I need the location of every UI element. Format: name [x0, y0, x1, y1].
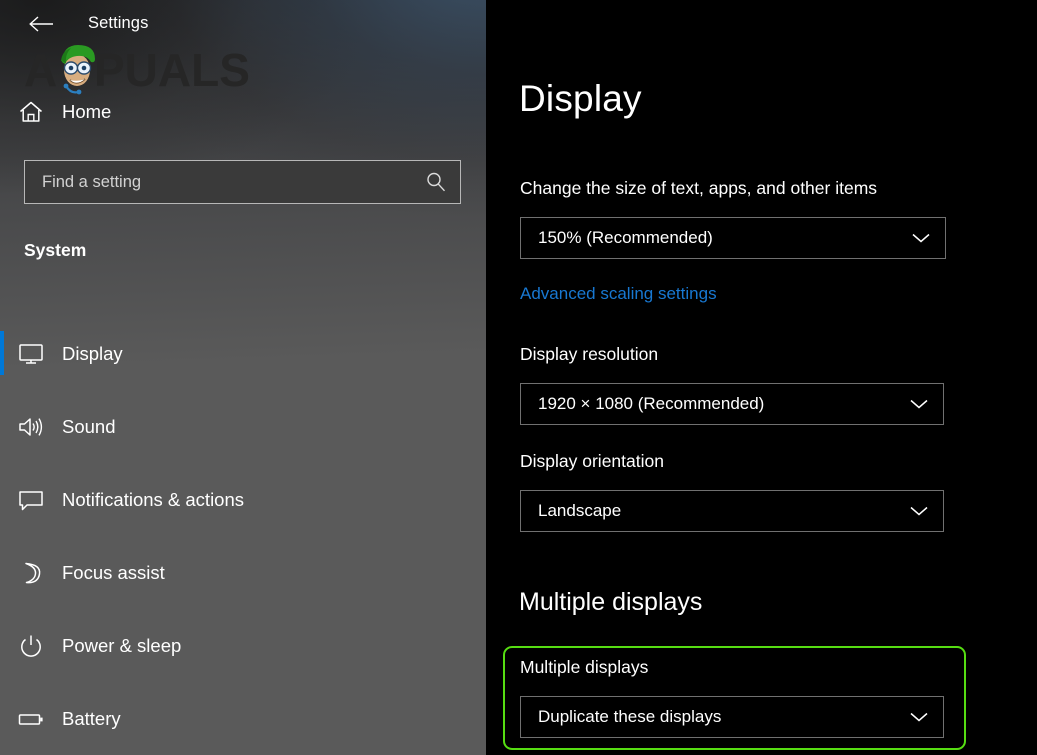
speaker-icon — [0, 415, 62, 439]
power-icon — [0, 634, 62, 658]
sidebar-item-label: Battery — [62, 707, 121, 729]
multiple-displays-label: Multiple displays — [520, 657, 649, 677]
advanced-scaling-settings-link[interactable]: Advanced scaling settings — [520, 284, 717, 304]
battery-icon — [0, 707, 62, 731]
resolution-label: Display resolution — [520, 344, 659, 364]
back-arrow-icon — [28, 15, 54, 33]
moon-icon — [0, 561, 62, 585]
monitor-icon — [0, 342, 62, 366]
scale-dropdown[interactable]: 150% (Recommended) — [520, 217, 946, 259]
sidebar-item-label: Focus assist — [62, 561, 165, 583]
sidebar-item-notifications[interactable]: Notifications & actions — [0, 463, 486, 536]
multiple-displays-heading: Multiple displays — [519, 588, 703, 616]
home-label: Home — [62, 101, 112, 122]
multiple-displays-value: Duplicate these displays — [538, 707, 722, 726]
svg-text:A: A — [24, 44, 57, 96]
home-icon — [0, 100, 62, 124]
multiple-displays-dropdown[interactable]: Duplicate these displays — [520, 696, 944, 738]
sidebar-section-header: System — [24, 240, 87, 260]
sidebar-item-home[interactable]: Home — [0, 90, 486, 134]
sidebar-item-label: Display — [62, 342, 123, 364]
search-placeholder: Find a setting — [42, 172, 142, 191]
resolution-dropdown[interactable]: 1920 × 1080 (Recommended) — [520, 383, 944, 425]
sidebar-item-label: Sound — [62, 415, 116, 437]
scale-label: Change the size of text, apps, and other… — [520, 178, 878, 198]
search-icon[interactable] — [412, 171, 460, 193]
sidebar-item-label: Power & sleep — [62, 634, 182, 656]
settings-window: Settings A PUALS Home Find a setting Sys… — [0, 0, 1037, 755]
page-title: Display — [519, 78, 642, 119]
orientation-value: Landscape — [538, 501, 622, 520]
chevron-down-icon — [897, 232, 945, 244]
title-bar: Settings — [0, 0, 486, 46]
selection-indicator — [0, 331, 4, 375]
sidebar-nav-list: Display Sound Notifications & actions Fo… — [0, 317, 486, 755]
resolution-value: 1920 × 1080 (Recommended) — [538, 394, 765, 413]
chevron-down-icon — [895, 711, 943, 723]
scale-value: 150% (Recommended) — [538, 228, 713, 247]
sidebar-item-battery[interactable]: Battery — [0, 682, 486, 755]
svg-text:PUALS: PUALS — [94, 44, 250, 96]
sidebar-item-sound[interactable]: Sound — [0, 390, 486, 463]
chevron-down-icon — [895, 505, 943, 517]
sidebar-item-display[interactable]: Display — [0, 317, 486, 390]
settings-sidebar: Settings A PUALS Home Find a setting Sys… — [0, 0, 486, 755]
orientation-label: Display orientation — [520, 451, 664, 471]
window-title: Settings — [88, 14, 149, 32]
chevron-down-icon — [895, 398, 943, 410]
search-input[interactable]: Find a setting — [24, 160, 461, 204]
display-settings-panel: Display Change the size of text, apps, a… — [486, 0, 1037, 755]
sidebar-item-label: Notifications & actions — [62, 488, 245, 510]
notification-icon — [0, 488, 62, 512]
sidebar-item-focus-assist[interactable]: Focus assist — [0, 536, 486, 609]
orientation-dropdown[interactable]: Landscape — [520, 490, 944, 532]
back-button[interactable] — [24, 9, 58, 39]
sidebar-item-power-sleep[interactable]: Power & sleep — [0, 609, 486, 682]
